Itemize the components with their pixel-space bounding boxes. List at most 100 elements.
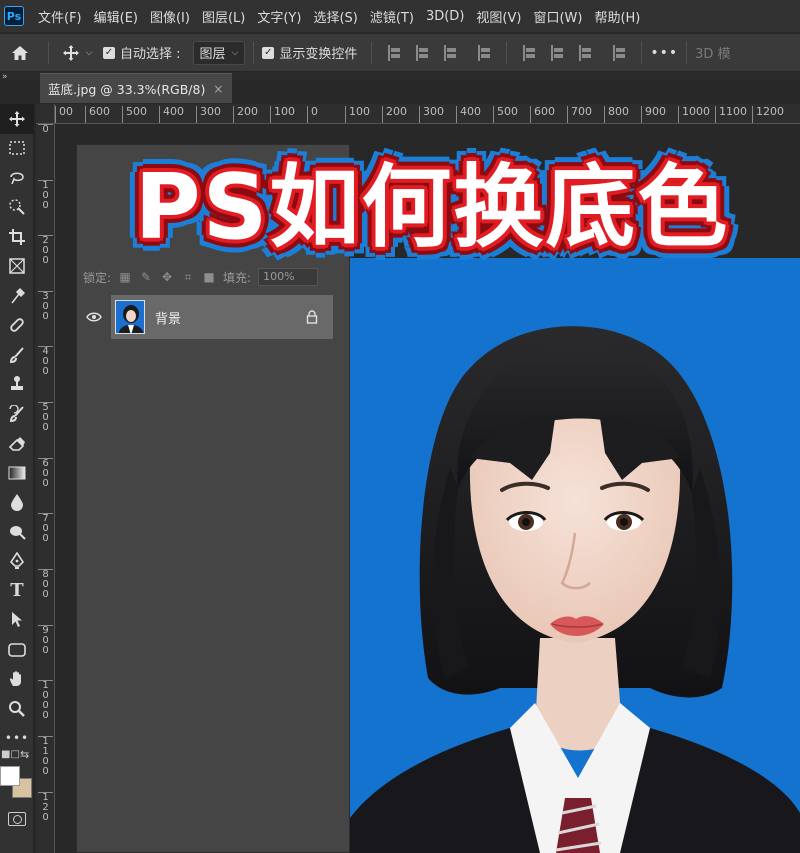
menu-image[interactable]: 图像(I) [144, 7, 196, 26]
photoshop-logo[interactable]: Ps [4, 6, 24, 26]
vertical-ruler[interactable]: 0 1 0 0 2 0 0 3 0 0 4 0 0 5 0 0 6 0 0 7 0 0 8 0 … [36, 124, 55, 853]
shape-icon[interactable] [0, 635, 34, 665]
layer-lock-icon[interactable] [305, 310, 319, 324]
menu-view[interactable]: 视图(V) [470, 7, 527, 26]
eraser-icon[interactable] [0, 429, 34, 459]
fill-input[interactable]: 100% [258, 268, 319, 286]
quick-mask-icon[interactable] [8, 812, 26, 826]
separator [48, 41, 49, 64]
distribute-v-icon[interactable] [476, 44, 492, 61]
gradient-icon[interactable] [0, 458, 34, 488]
3d-mode-label[interactable]: 3D 模 [695, 43, 730, 62]
ruler-h-tick: 300 [196, 106, 221, 123]
path-select-icon[interactable] [0, 606, 34, 636]
dodge-icon[interactable] [0, 517, 34, 547]
ruler-h-tick: 300 [419, 106, 444, 123]
more-options-button[interactable]: ••• [650, 45, 678, 61]
collapse-arrows-icon[interactable]: » [2, 72, 8, 82]
move-tool-preset-icon[interactable]: ⌵ [57, 44, 97, 62]
lock-options-row: 锁定: ▦ ✎ ✥ ⌗ ■ 填充: 100% [77, 265, 351, 289]
marquee-icon[interactable] [0, 134, 34, 164]
layer-visibility-toggle[interactable] [77, 295, 111, 339]
align-top-icon[interactable] [521, 44, 537, 61]
type-icon[interactable]: T [0, 576, 34, 606]
align-right-icon[interactable] [442, 44, 458, 61]
menu-type[interactable]: 文字(Y) [251, 7, 307, 26]
crop-icon[interactable] [0, 222, 34, 252]
align-left-icon[interactable] [386, 44, 402, 61]
eyedropper-icon[interactable] [0, 281, 34, 311]
history-brush-icon[interactable] [0, 399, 34, 429]
show-transform-checkbox[interactable]: ✓ 显示变换控件 [262, 43, 357, 62]
layer-row-background[interactable]: 背景 [77, 295, 333, 339]
hand-icon[interactable] [0, 665, 34, 695]
align-middle-v-icon[interactable] [549, 44, 565, 61]
ruler-v-tick: 3 0 0 [38, 291, 53, 322]
stamp-icon[interactable] [0, 370, 34, 400]
zoom-icon[interactable] [0, 694, 34, 724]
lock-all-icon[interactable]: ■ [202, 270, 216, 284]
menu-layer[interactable]: 图层(L) [196, 7, 251, 26]
lock-artboard-icon[interactable]: ⌗ [181, 270, 195, 284]
ruler-v-tick: 2 0 0 [38, 235, 53, 266]
horizontal-ruler[interactable]: 00 600 500 400 300 200 100 0 100 200 300 400 500 600 7… [55, 104, 800, 124]
auto-select-target-dropdown[interactable]: 图层 ⌵ [192, 40, 246, 65]
ruler-v-tick: 1 0 0 [38, 180, 53, 211]
chevron-down-icon: ⌵ [85, 47, 93, 58]
menu-select[interactable]: 选择(S) [307, 7, 363, 26]
healing-icon[interactable] [0, 311, 34, 341]
options-bar: ⌵ ✓ 自动选择 : 图层 ⌵ ✓ 显示变换控件 ••• 3D 模 [0, 34, 800, 72]
move-icon[interactable] [0, 104, 34, 134]
checkbox-checked-icon: ✓ [262, 46, 275, 59]
menu-edit[interactable]: 编辑(E) [88, 7, 144, 26]
headline-overlay: PS如何换底色 [82, 134, 782, 264]
align-bottom-icon[interactable] [577, 44, 593, 61]
menu-help[interactable]: 帮助(H) [588, 7, 646, 26]
ruler-origin[interactable] [36, 104, 55, 124]
default-colors-icon[interactable]: ■□ [1, 749, 20, 760]
frame-icon[interactable] [0, 252, 34, 282]
quick-select-icon[interactable] [0, 193, 34, 223]
ruler-h-tick: 400 [456, 106, 481, 123]
blur-icon[interactable] [0, 488, 34, 518]
ruler-h-tick: 600 [85, 106, 110, 123]
distribute-h-icon[interactable] [611, 44, 627, 61]
document-image[interactable] [350, 258, 800, 853]
separator [371, 41, 373, 64]
brush-icon[interactable] [0, 340, 34, 370]
ruler-v-tick: 1 2 0 [38, 792, 53, 823]
ruler-h-tick: 100 [270, 106, 295, 123]
close-tab-icon[interactable]: × [213, 82, 223, 96]
align-center-h-icon[interactable] [414, 44, 430, 61]
ruler-v-tick: 9 0 0 [38, 625, 53, 656]
pen-icon[interactable] [0, 547, 34, 577]
swap-colors-icon[interactable]: ⇆ [20, 748, 29, 761]
home-icon[interactable] [0, 45, 40, 61]
lock-transparency-icon[interactable]: ▦ [118, 270, 132, 284]
ruler-h-tick: 500 [493, 106, 518, 123]
document-tab-title: 蓝底.jpg @ 33.3%(RGB/8) [48, 82, 206, 97]
ruler-h-tick: 200 [233, 106, 258, 123]
layer-thumbnail [115, 300, 145, 334]
ruler-v-tick: 8 0 0 [38, 569, 53, 600]
ruler-v-tick: 5 0 0 [38, 402, 53, 433]
ruler-h-tick: 1200 [752, 106, 784, 123]
menu-filter[interactable]: 滤镜(T) [364, 7, 420, 26]
ruler-h-tick: 1100 [715, 106, 747, 123]
layer-name: 背景 [155, 311, 182, 327]
menu-3d[interactable]: 3D(D) [420, 9, 470, 24]
auto-select-checkbox[interactable]: ✓ 自动选择 : [103, 43, 181, 62]
document-tab[interactable]: 蓝底.jpg @ 33.3%(RGB/8) × [40, 73, 232, 103]
lock-image-icon[interactable]: ✎ [139, 270, 153, 284]
lock-position-icon[interactable]: ✥ [160, 270, 174, 284]
menu-file[interactable]: 文件(F) [32, 7, 88, 26]
lock-label: 锁定: [83, 270, 112, 285]
foreground-color-swatch[interactable] [0, 766, 20, 786]
ruler-h-tick: 600 [530, 106, 555, 123]
menu-window[interactable]: 窗口(W) [527, 7, 588, 26]
auto-select-label: 自动选择 : [120, 47, 181, 62]
ruler-h-tick: 1000 [678, 106, 710, 123]
lasso-icon[interactable] [0, 163, 34, 193]
separator [686, 41, 688, 64]
fill-label: 填充: [223, 270, 252, 285]
